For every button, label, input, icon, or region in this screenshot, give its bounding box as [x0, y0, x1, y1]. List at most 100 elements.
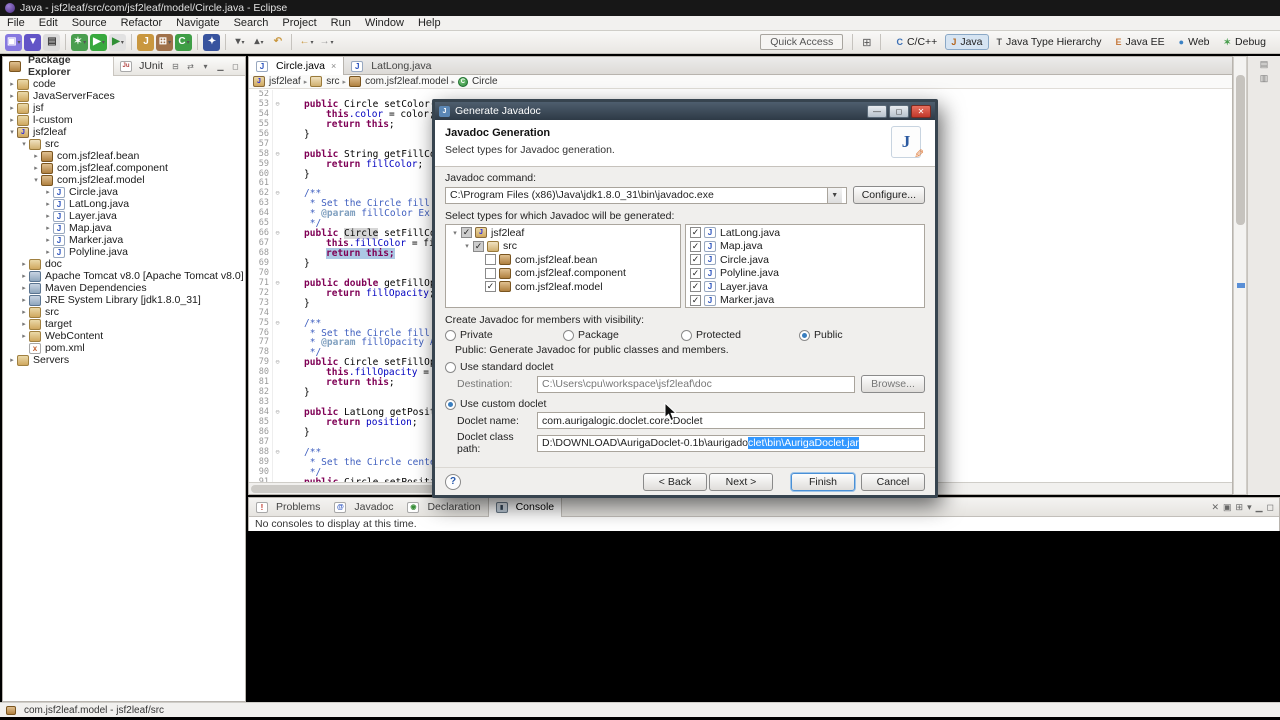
back-button[interactable]: < Back: [643, 472, 707, 491]
tree-item-jsf[interactable]: ▸ jsf: [3, 102, 245, 114]
tree-item-latlong-java[interactable]: ▸ LatLong.java: [3, 198, 245, 210]
overview-ruler-marker[interactable]: [1237, 283, 1245, 288]
types-tree[interactable]: ▾✓jsf2leaf▾✓srccom.jsf2leaf.beancom.jsf2…: [445, 224, 681, 308]
javadoc-command-combo[interactable]: C:\Program Files (x86)\Java\jdk1.8.0_31\…: [445, 186, 847, 204]
menu-help[interactable]: Help: [411, 16, 448, 31]
expand-expander-icon[interactable]: ▸: [7, 356, 17, 364]
expand-expander-icon[interactable]: ▸: [43, 248, 53, 256]
visibility-radio-package[interactable]: Package: [563, 329, 681, 341]
next-button[interactable]: Next >: [709, 472, 773, 491]
checkbox-checked[interactable]: ✓: [473, 240, 484, 252]
tree-item-polyline-java[interactable]: ▸ Polyline.java: [3, 246, 245, 258]
tree-item-src[interactable]: ▾ ✓ src: [446, 240, 680, 254]
view-tab-junit[interactable]: JUnit: [114, 57, 169, 76]
menu-edit[interactable]: Edit: [32, 16, 65, 31]
expand-expander-icon[interactable]: ▸: [43, 236, 53, 244]
perspective-java[interactable]: J Java: [945, 34, 989, 50]
expand-expander-icon[interactable]: ▸: [7, 104, 17, 112]
radio-unselected[interactable]: [445, 329, 456, 341]
open-console-icon[interactable]: ⊞: [1236, 502, 1244, 513]
radio-unselected[interactable]: [563, 329, 574, 341]
console-tab-console[interactable]: Console: [487, 497, 563, 517]
console-tab-javadoc[interactable]: Javadoc: [327, 498, 400, 517]
tree-item-circle-java[interactable]: ▸ Circle.java: [3, 186, 245, 198]
checkbox-checked[interactable]: ✓: [690, 227, 701, 239]
expand-expander-icon[interactable]: ▸: [31, 152, 41, 160]
tree-item-com-jsf2leaf-model[interactable]: ▾ com.jsf2leaf.model: [3, 174, 245, 186]
print-icon[interactable]: ▤: [43, 33, 61, 51]
expand-expander-icon[interactable]: ▸: [31, 164, 41, 172]
collapse-expander-icon[interactable]: ▾: [31, 176, 41, 184]
tree-item-com-jsf2leaf-bean[interactable]: com.jsf2leaf.bean: [446, 253, 680, 267]
visibility-radio-public[interactable]: Public: [799, 329, 917, 341]
breadcrumb-item-jsf2leaf[interactable]: jsf2leaf: [253, 76, 301, 87]
perspective-c-c[interactable]: C C/C++: [890, 34, 943, 50]
forward-icon[interactable]: → ▾: [317, 34, 335, 51]
fold-handle-icon[interactable]: ⊖: [273, 448, 282, 458]
editor-tab-circle-java[interactable]: Circle.java ×: [249, 57, 345, 75]
new-package-icon[interactable]: ⊞ ▾: [156, 33, 174, 51]
dialog-titlebar[interactable]: J Generate Javadoc — ◻ ✕: [435, 102, 935, 120]
last-edit-location-icon[interactable]: ↶: [269, 34, 286, 51]
close-button[interactable]: ✕: [911, 104, 931, 118]
tree-item-pom-xml[interactable]: pom.xml: [3, 342, 245, 354]
tree-item-jsf2leaf[interactable]: ▾✓ jsf2leaf: [446, 226, 680, 240]
checkbox-checked[interactable]: ✓: [461, 227, 472, 239]
file-item-map-java[interactable]: ✓ Map.java: [686, 240, 924, 254]
chevron-down-icon[interactable]: ▼: [826, 187, 842, 203]
expand-expander-icon[interactable]: ▸: [7, 116, 17, 124]
radio-unselected[interactable]: [681, 329, 692, 341]
expand-expander-icon[interactable]: ▸: [19, 260, 29, 268]
view-menu-icon[interactable]: ▾: [199, 62, 212, 71]
minimized-view-1-icon[interactable]: ▤: [1260, 59, 1269, 70]
collapse-expander-icon[interactable]: ▾: [462, 242, 472, 250]
external-tools-icon[interactable]: ▶ ▾: [109, 33, 127, 51]
file-item-polyline-java[interactable]: ✓ Polyline.java: [686, 267, 924, 281]
perspective-web[interactable]: ● Web: [1173, 34, 1216, 50]
perspective-debug[interactable]: ✶ Debug: [1218, 34, 1273, 50]
expand-expander-icon[interactable]: ▸: [19, 272, 29, 280]
console-tab-problems[interactable]: Problems: [249, 498, 327, 517]
expand-expander-icon[interactable]: ▸: [19, 332, 29, 340]
file-item-latlong-java[interactable]: ✓ LatLong.java: [686, 226, 924, 240]
tree-item-apache-tomcat-v8-0-apache-tomcat-v8-0[interactable]: ▸ Apache Tomcat v8.0 [Apache Tomcat v8.0]: [3, 270, 245, 282]
clear-console-icon[interactable]: ✕: [1211, 502, 1219, 513]
menu-refactor[interactable]: Refactor: [114, 16, 170, 31]
fold-handle-icon[interactable]: ⊖: [273, 189, 282, 199]
fold-handle-icon[interactable]: ⊖: [273, 408, 282, 418]
expand-expander-icon[interactable]: ▸: [43, 188, 53, 196]
checkbox-unchecked[interactable]: [485, 254, 496, 266]
expand-expander-icon[interactable]: ▸: [43, 200, 53, 208]
tree-item-jsf2leaf[interactable]: ▾ jsf2leaf: [3, 126, 245, 138]
visibility-radio-private[interactable]: Private: [445, 329, 563, 341]
previous-annotation-icon[interactable]: ▴ ▾: [250, 34, 267, 51]
breadcrumb-item-circle[interactable]: Circle: [457, 76, 498, 87]
tree-item-com-jsf2leaf-component[interactable]: com.jsf2leaf.component: [446, 267, 680, 281]
maximize-icon[interactable]: ◻: [1267, 502, 1274, 513]
tree-item-com-jsf2leaf-component[interactable]: ▸ com.jsf2leaf.component: [3, 162, 245, 174]
file-item-marker-java[interactable]: ✓ Marker.java: [686, 294, 924, 308]
tree-item-l-custom[interactable]: ▸ l-custom: [3, 114, 245, 126]
tree-item-com-jsf2leaf-model[interactable]: ✓ com.jsf2leaf.model: [446, 280, 680, 294]
radio-selected[interactable]: [445, 398, 456, 410]
checkbox-checked[interactable]: ✓: [690, 294, 701, 306]
checkbox-unchecked[interactable]: [485, 267, 496, 279]
breadcrumb-item-com-jsf2leaf-model[interactable]: com.jsf2leaf.model: [349, 76, 448, 87]
doclet-class-path-field[interactable]: D:\DOWNLOAD\AurigaDoclet-0.1b\aurigado cl…: [537, 434, 925, 452]
close-icon[interactable]: ×: [331, 61, 336, 71]
tree-item-servers[interactable]: ▸ Servers: [3, 354, 245, 366]
checkbox-checked[interactable]: ✓: [485, 281, 496, 293]
tree-item-marker-java[interactable]: ▸ Marker.java: [3, 234, 245, 246]
breadcrumb-item-src[interactable]: src: [310, 76, 340, 87]
editor-tab-latlong-java[interactable]: LatLong.java: [344, 57, 438, 75]
radio-selected[interactable]: [799, 329, 810, 341]
collapse-expander-icon[interactable]: ▾: [7, 128, 17, 136]
file-item-circle-java[interactable]: ✓ Circle.java: [686, 253, 924, 267]
scrollbar-thumb[interactable]: [1236, 75, 1245, 225]
fold-handle-icon[interactable]: ⊖: [273, 229, 282, 239]
cancel-button[interactable]: Cancel: [861, 472, 925, 491]
tree-item-target[interactable]: ▸ target: [3, 318, 245, 330]
radio-unselected[interactable]: [445, 361, 456, 373]
menu-project[interactable]: Project: [275, 16, 323, 31]
link-with-editor-icon[interactable]: ⇄: [184, 62, 197, 71]
